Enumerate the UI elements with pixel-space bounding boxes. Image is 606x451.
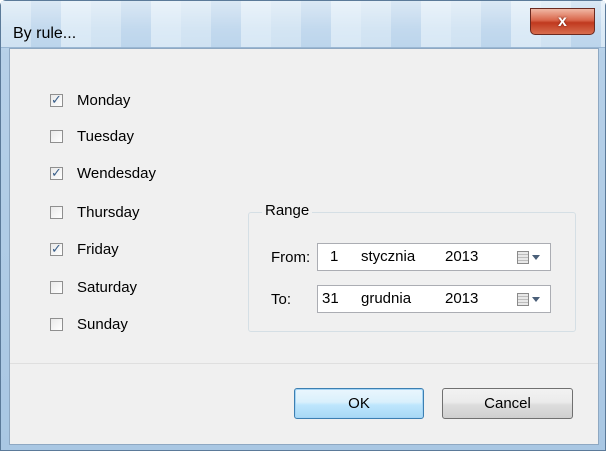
ok-button[interactable]: OK <box>294 388 424 419</box>
from-day[interactable]: 1 <box>330 248 338 265</box>
range-group: Range From: 1 stycznia 2013 To: 31 grudn… <box>248 202 576 332</box>
title-bar: By rule... x <box>1 1 605 48</box>
from-date-picker[interactable]: 1 stycznia 2013 <box>317 243 551 271</box>
checkbox-label: Monday <box>77 91 131 109</box>
close-button[interactable]: x <box>530 8 595 35</box>
checkbox-label: Sunday <box>77 315 128 333</box>
calendar-icon <box>517 292 529 306</box>
checkbox-label: Thursday <box>77 203 140 221</box>
dialog-window: By rule... x ✓ Monday Tuesday ✓ Wendesda… <box>0 0 606 451</box>
chevron-down-icon <box>532 296 540 302</box>
to-year[interactable]: 2013 <box>445 290 478 307</box>
close-icon: x <box>558 12 567 30</box>
checkbox-tuesday[interactable]: Tuesday <box>50 125 134 147</box>
to-calendar-button[interactable] <box>517 291 545 307</box>
from-year[interactable]: 2013 <box>445 248 478 265</box>
window-title: By rule... <box>13 25 77 42</box>
checkbox-box[interactable]: ✓ <box>50 91 63 107</box>
dialog-footer: OK Cancel <box>10 363 598 444</box>
checkbox-box[interactable] <box>50 129 63 143</box>
checkbox-wendesday[interactable]: ✓ Wendesday <box>50 162 156 184</box>
checkbox-monday[interactable]: ✓ Monday <box>50 89 130 111</box>
range-legend: Range <box>262 202 313 219</box>
checkbox-thursday[interactable]: Thursday <box>50 201 140 223</box>
check-icon: ✓ <box>51 240 62 256</box>
to-month[interactable]: grudnia <box>361 290 411 307</box>
checkbox-box[interactable]: ✓ <box>50 164 63 180</box>
from-label: From: <box>271 249 311 266</box>
checkbox-label: Saturday <box>77 278 138 296</box>
check-icon: ✓ <box>51 91 62 107</box>
checkbox-box[interactable]: ✓ <box>50 240 63 256</box>
checkbox-box[interactable] <box>50 280 63 294</box>
checkbox-box[interactable] <box>50 205 63 219</box>
calendar-icon <box>517 250 529 264</box>
cancel-button[interactable]: Cancel <box>442 388 573 419</box>
checkbox-label: Tuesday <box>77 127 134 145</box>
from-month[interactable]: stycznia <box>361 248 415 265</box>
checkbox-box[interactable] <box>50 317 63 331</box>
to-day[interactable]: 31 <box>322 290 339 307</box>
check-icon: ✓ <box>51 164 62 180</box>
to-date-picker[interactable]: 31 grudnia 2013 <box>317 285 551 313</box>
checkbox-friday[interactable]: ✓ Friday <box>50 238 119 260</box>
checkbox-saturday[interactable]: Saturday <box>50 276 137 298</box>
checkbox-sunday[interactable]: Sunday <box>50 313 128 335</box>
checkbox-label: Friday <box>77 240 119 258</box>
chevron-down-icon <box>532 254 540 260</box>
from-calendar-button[interactable] <box>517 249 545 265</box>
checkbox-label: Wendesday <box>77 164 156 182</box>
to-label: To: <box>271 291 292 308</box>
dialog-content: ✓ Monday Tuesday ✓ Wendesday Thursday ✓ … <box>9 48 599 445</box>
